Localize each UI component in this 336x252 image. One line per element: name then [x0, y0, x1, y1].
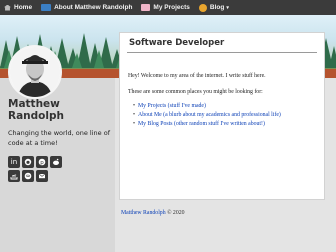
intro-text: Hey! Welcome to my area of the internet.…: [128, 73, 266, 79]
social-links: in p: [8, 156, 68, 182]
link-about-me[interactable]: About Me (a blurb about my academics and…: [138, 111, 281, 120]
linkedin-icon[interactable]: in: [8, 156, 20, 168]
nav-about[interactable]: About Matthew Randolph: [37, 0, 137, 15]
home-icon: [4, 4, 11, 11]
nav-projects[interactable]: My Projects: [137, 0, 195, 15]
content-card: Software Developer Hey! Welcome to my ar…: [119, 32, 325, 200]
author-photo: [10, 47, 60, 97]
top-navbar: Home About Matthew Randolph My Projects …: [0, 0, 336, 15]
blog-icon: [198, 3, 207, 12]
nav-home[interactable]: Home: [0, 0, 37, 15]
lead-text: These are some common places you might b…: [128, 89, 263, 95]
projects-icon: [141, 4, 151, 11]
id-card-icon: [41, 4, 52, 11]
footer-author-link[interactable]: Matthew Randolph: [121, 210, 166, 216]
avatar: [8, 45, 62, 99]
author-name: Matthew Randolph: [8, 98, 64, 122]
stackoverflow-icon[interactable]: [8, 170, 20, 182]
quick-links-list: My Projects (stuff I've made) About Me (…: [138, 102, 281, 129]
svg-text:p: p: [40, 160, 44, 166]
footer-copyright: © 2020: [167, 210, 185, 216]
github-icon[interactable]: [22, 156, 34, 168]
nav-projects-label: My Projects: [153, 4, 190, 11]
nav-blog-dropdown[interactable]: Blog ▾: [195, 0, 234, 15]
nav-about-label: About Matthew Randolph: [54, 4, 133, 11]
nav-home-label: Home: [14, 4, 33, 11]
page-title: Software Developer: [129, 38, 225, 48]
email-icon[interactable]: [36, 170, 48, 182]
title-divider: [127, 52, 317, 53]
reddit-icon[interactable]: [50, 156, 62, 168]
link-my-blog-posts[interactable]: My Blog Posts (other random stuff I've w…: [138, 120, 281, 129]
nav-blog-label: Blog: [209, 4, 225, 11]
pinterest-icon[interactable]: p: [36, 156, 48, 168]
chevron-down-icon: ▾: [226, 4, 229, 11]
footer: Matthew Randolph © 2020: [121, 210, 185, 216]
author-bio: Changing the world, one line of code at …: [8, 129, 110, 147]
spotify-icon[interactable]: [22, 170, 34, 182]
link-my-projects[interactable]: My Projects (stuff I've made): [138, 102, 281, 111]
